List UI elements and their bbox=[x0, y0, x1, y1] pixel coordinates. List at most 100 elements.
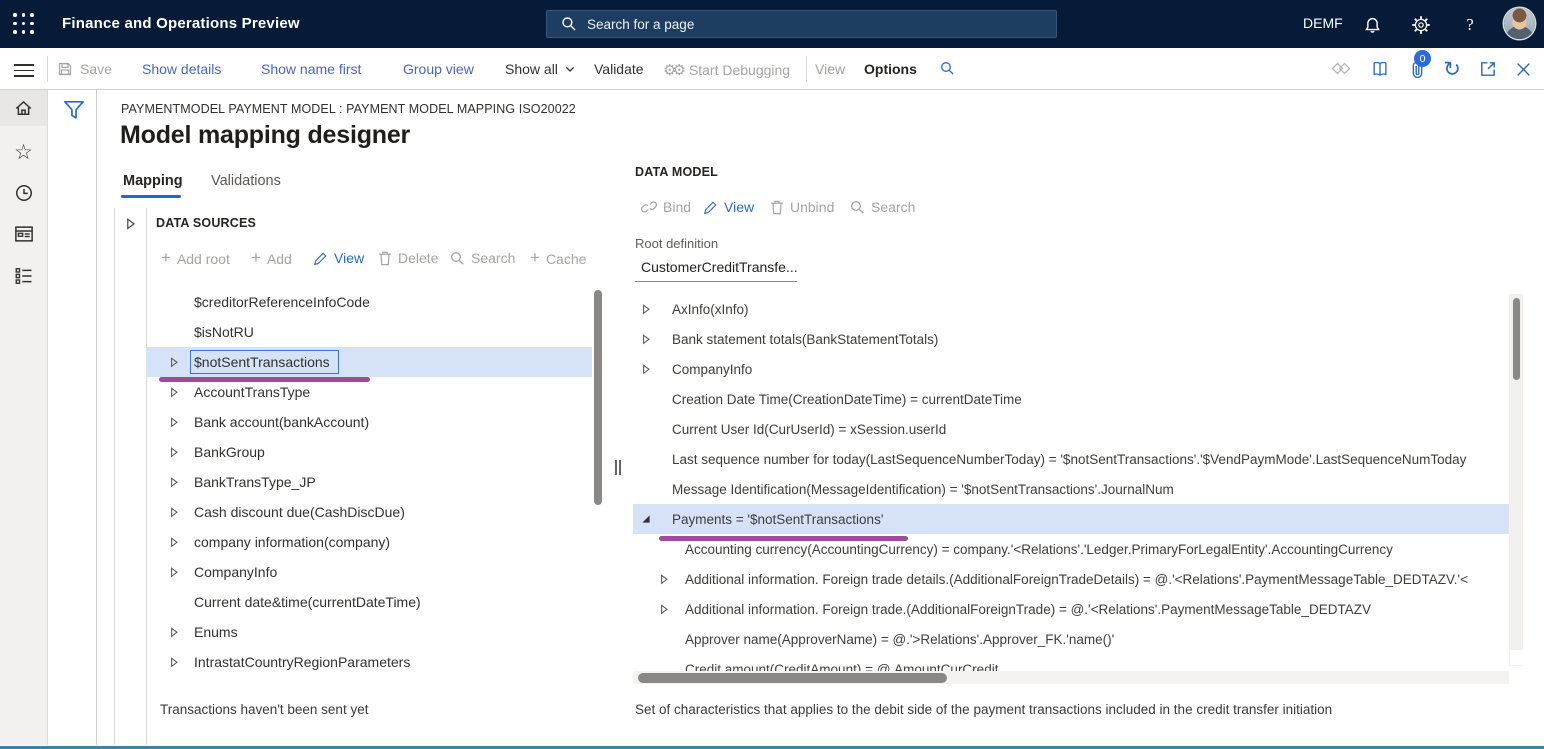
chevron-collapsed-icon[interactable] bbox=[168, 387, 180, 398]
chevron-collapsed-icon[interactable] bbox=[168, 627, 180, 638]
avatar[interactable] bbox=[1504, 8, 1535, 39]
validate-button[interactable]: Validate bbox=[594, 61, 644, 77]
bell-icon[interactable] bbox=[1361, 14, 1383, 36]
tree-item[interactable]: Bank statement totals(BankStatementTotal… bbox=[633, 324, 1509, 354]
chevron-expanded-icon[interactable] bbox=[640, 514, 652, 524]
chevron-collapsed-icon[interactable] bbox=[658, 604, 670, 615]
data-model-hscrollbar[interactable] bbox=[638, 673, 947, 683]
tree-item[interactable]: BankTransType_JP bbox=[146, 467, 592, 497]
workspaces-icon[interactable] bbox=[0, 216, 47, 252]
chevron-collapsed-icon[interactable] bbox=[168, 417, 180, 428]
recent-icon[interactable] bbox=[0, 175, 47, 211]
chevron-collapsed-icon[interactable] bbox=[168, 447, 180, 458]
panel-splitter-handle[interactable] bbox=[615, 460, 623, 475]
view-button[interactable]: View bbox=[815, 61, 845, 77]
connect-icon[interactable] bbox=[1330, 58, 1352, 80]
chevron-collapsed-icon[interactable] bbox=[168, 537, 180, 548]
data-model-view-button[interactable]: View bbox=[703, 199, 754, 215]
chevron-collapsed-icon[interactable] bbox=[640, 334, 652, 345]
data-sources-search-button[interactable]: Search bbox=[450, 250, 515, 266]
refresh-icon[interactable]: ↻ bbox=[1441, 58, 1463, 80]
chevron-collapsed-icon[interactable] bbox=[168, 657, 180, 668]
tree-item[interactable]: CompanyInfo bbox=[146, 557, 592, 587]
find-button[interactable] bbox=[940, 61, 955, 76]
tree-item[interactable]: Message Identification(MessageIdentifica… bbox=[633, 474, 1509, 504]
tree-item-label: AxInfo(xInfo) bbox=[652, 302, 749, 317]
chevron-collapsed-icon[interactable] bbox=[658, 574, 670, 585]
command-label: Group view bbox=[403, 61, 474, 77]
toolbar-label: Add bbox=[267, 251, 292, 267]
data-sources-scrollbar[interactable] bbox=[594, 290, 602, 505]
open-new-window-icon[interactable] bbox=[1477, 58, 1499, 80]
show-name-first-button[interactable]: Show name first bbox=[261, 61, 361, 77]
data-model-search-button[interactable]: Search bbox=[850, 199, 915, 215]
chevron-collapsed-icon[interactable] bbox=[168, 567, 180, 578]
data-sources-add-button[interactable]: +Add bbox=[251, 250, 292, 268]
tree-item-label: Creation Date Time(CreationDateTime) = c… bbox=[652, 392, 1022, 407]
tree-item-label: $creditorReferenceInfoCode bbox=[190, 294, 370, 310]
data-model-unbind-button[interactable]: Unbind bbox=[770, 199, 834, 215]
tree-item[interactable]: AxInfo(xInfo) bbox=[633, 294, 1509, 324]
tree-item[interactable]: Current date&time(currentDateTime) bbox=[146, 587, 592, 617]
data-sources-cache-button[interactable]: +Cache bbox=[530, 250, 586, 268]
close-icon[interactable] bbox=[1512, 58, 1534, 80]
waffle-icon[interactable] bbox=[13, 13, 35, 35]
help-icon[interactable]: ? bbox=[1459, 14, 1481, 36]
mapping-marker-left bbox=[159, 377, 370, 382]
data-sources-delete-button[interactable]: Delete bbox=[378, 250, 438, 266]
command-bar: Save Show details Show name first Group vie… bbox=[0, 48, 1544, 90]
hamburger-menu-icon[interactable] bbox=[14, 64, 34, 76]
modules-icon[interactable] bbox=[0, 258, 47, 294]
start-debugging-button[interactable]: ⚙⚙Start Debugging bbox=[663, 61, 790, 79]
tree-item-label: CompanyInfo bbox=[190, 564, 277, 580]
company-picker[interactable]: DEMF bbox=[1303, 15, 1343, 31]
data-sources-add-root-button[interactable]: +Add root bbox=[161, 250, 230, 268]
chevron-collapsed-icon[interactable] bbox=[168, 357, 180, 368]
tree-item-label: BankTransType_JP bbox=[190, 474, 316, 490]
tab-validations[interactable]: Validations bbox=[211, 173, 281, 189]
chevron-collapsed-icon[interactable] bbox=[640, 364, 652, 375]
tree-item[interactable]: CompanyInfo bbox=[633, 354, 1509, 384]
home-icon[interactable] bbox=[0, 90, 47, 126]
group-view-button[interactable]: Group view bbox=[403, 61, 474, 77]
data-sources-view-button[interactable]: View bbox=[313, 250, 364, 266]
tree-item[interactable]: Enums bbox=[146, 617, 592, 647]
save-button[interactable]: Save bbox=[57, 61, 112, 77]
chevron-collapsed-icon[interactable] bbox=[168, 507, 180, 518]
tree-item[interactable]: Creation Date Time(CreationDateTime) = c… bbox=[633, 384, 1509, 414]
tree-item[interactable]: Last sequence number for today(LastSeque… bbox=[633, 444, 1509, 474]
gear-icon[interactable] bbox=[1410, 14, 1432, 36]
show-details-button[interactable]: Show details bbox=[142, 61, 221, 77]
trash-icon bbox=[770, 200, 784, 215]
data-model-scrollbar[interactable] bbox=[1513, 298, 1520, 380]
data-model-header: DATA MODEL bbox=[635, 165, 718, 179]
filter-icon[interactable] bbox=[63, 100, 85, 123]
root-definition-value[interactable]: CustomerCreditTransfe... bbox=[641, 259, 798, 275]
tree-item[interactable]: Current User Id(CurUserId) = xSession.us… bbox=[633, 414, 1509, 444]
tree-item[interactable]: $creditorReferenceInfoCode bbox=[146, 287, 592, 317]
tree-item[interactable]: $isNotRU bbox=[146, 317, 592, 347]
tree-item[interactable]: Additional information. Foreign trade de… bbox=[633, 564, 1509, 594]
options-button[interactable]: Options bbox=[864, 61, 917, 77]
chevron-collapsed-icon[interactable] bbox=[168, 477, 180, 488]
tree-item[interactable]: Payments = '$notSentTransactions' bbox=[633, 504, 1509, 534]
tab-mapping[interactable]: Mapping bbox=[123, 173, 183, 189]
tree-item[interactable]: Approver name(ApproverName) = @.'>Relati… bbox=[633, 624, 1509, 654]
tree-item-label: BankGroup bbox=[190, 444, 265, 460]
divider bbox=[806, 56, 807, 82]
collapse-panel-icon[interactable] bbox=[125, 218, 136, 230]
show-all-button[interactable]: Show all bbox=[505, 61, 575, 77]
tree-item[interactable]: Bank account(bankAccount) bbox=[146, 407, 592, 437]
tree-item[interactable]: Additional information. Foreign trade.(A… bbox=[633, 594, 1509, 624]
star-icon[interactable]: ☆ bbox=[0, 134, 47, 170]
tree-item[interactable]: $notSentTransactions bbox=[146, 347, 592, 377]
data-model-bind-button[interactable]: Bind bbox=[641, 199, 691, 215]
book-icon[interactable] bbox=[1369, 58, 1391, 80]
tree-item[interactable]: BankGroup bbox=[146, 437, 592, 467]
command-label: Save bbox=[80, 61, 112, 77]
chevron-collapsed-icon[interactable] bbox=[640, 304, 652, 315]
tree-item[interactable]: IntrastatCountryRegionParameters bbox=[146, 647, 592, 677]
tree-item[interactable]: Cash discount due(CashDiscDue) bbox=[146, 497, 592, 527]
search-input[interactable]: Search for a page bbox=[546, 10, 1057, 38]
tree-item[interactable]: company information(company) bbox=[146, 527, 592, 557]
